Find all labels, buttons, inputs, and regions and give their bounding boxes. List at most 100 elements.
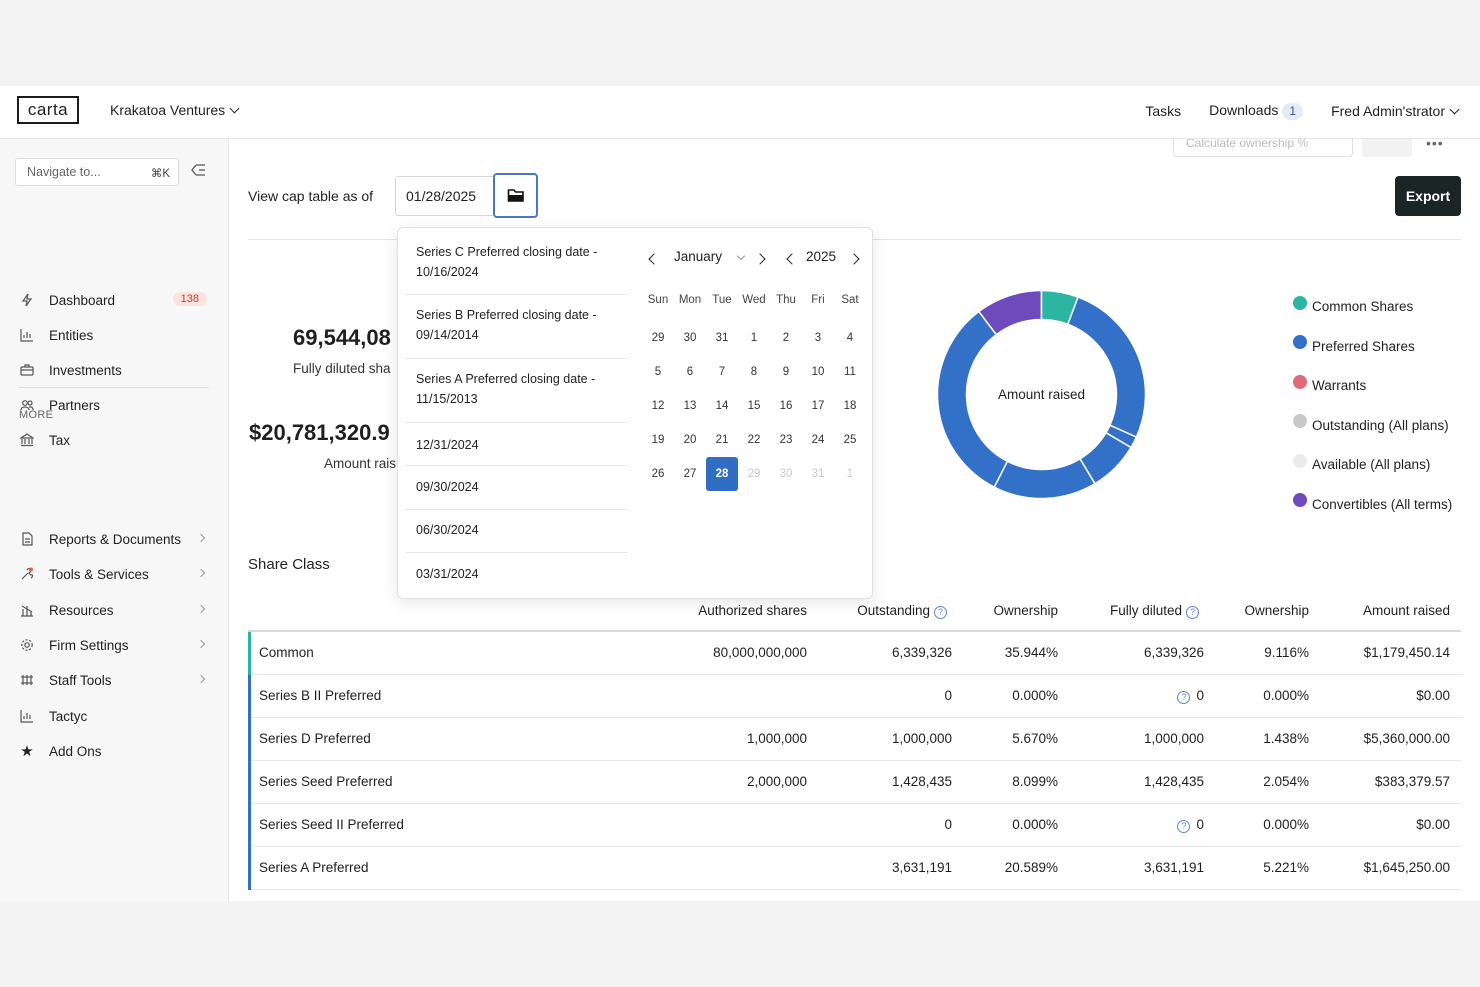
calendar-day[interactable]: 11 (834, 355, 866, 389)
export-button[interactable]: Export (1395, 176, 1461, 216)
sidebar-item-tools-services[interactable]: Tools & Services (19, 563, 209, 585)
sidebar-item-dashboard[interactable]: Dashboard 138 (19, 289, 209, 311)
calendar-day[interactable]: 29 (642, 321, 674, 355)
calendar-day[interactable]: 12 (642, 389, 674, 423)
calendar-day[interactable]: 20 (674, 423, 706, 457)
row-fd-ownership: 1.438% (1263, 731, 1309, 746)
calendar-day[interactable]: 18 (834, 389, 866, 423)
calendar-day[interactable]: 21 (706, 423, 738, 457)
legend-item[interactable]: Available (All plans) (1293, 445, 1452, 485)
table-row[interactable]: Series Seed II Preferred 0 0.000%? 0 0.000% $… (248, 804, 1461, 847)
donut-segment[interactable] (1066, 296, 1147, 438)
legend-item[interactable]: Convertibles (All terms) (1293, 485, 1452, 525)
calendar-day[interactable]: 27 (674, 457, 706, 491)
preset-date-option[interactable]: Series B Preferred closing date - 09/14/… (405, 305, 628, 359)
calendar-day[interactable]: 8 (738, 355, 770, 389)
legend-item[interactable]: Warrants (1293, 366, 1452, 406)
sidebar-item-firm-settings[interactable]: Firm Settings (19, 634, 209, 656)
col-amount-raised[interactable]: Amount raised (1363, 603, 1450, 618)
calendar-day[interactable]: 24 (802, 423, 834, 457)
calendar-day[interactable]: 25 (834, 423, 866, 457)
calendar-day[interactable]: 10 (802, 355, 834, 389)
table-row[interactable]: Series Seed Preferred 2,000,000 1,428,435 8… (248, 761, 1461, 804)
org-switcher[interactable]: Krakatoa Ventures (110, 102, 240, 118)
date-input[interactable]: 01/28/2025 (395, 176, 493, 216)
table-row[interactable]: Series A Preferred 3,631,191 20.589% 3,631,… (248, 847, 1461, 890)
calendar-day[interactable]: 16 (770, 389, 802, 423)
calendar-day[interactable]: 26 (642, 457, 674, 491)
sidebar-item-reports-documents[interactable]: Reports & Documents (19, 528, 209, 550)
sidebar-item-tactyc[interactable]: Tactyc (19, 705, 209, 727)
col-authorized-shares[interactable]: Authorized shares (698, 603, 807, 618)
weekday-header: Sun (647, 294, 669, 306)
preset-date-option[interactable]: Series C Preferred closing date - 10/16/… (405, 242, 628, 295)
chevron-right-icon (196, 533, 206, 543)
preset-date-option[interactable]: 06/30/2024 (405, 520, 628, 553)
collapse-sidebar-icon[interactable] (191, 164, 206, 176)
month-select[interactable]: January (674, 249, 722, 264)
sidebar-item-resources[interactable]: Resources (19, 599, 209, 621)
preset-date-option[interactable]: Series A Preferred closing date - 11/15/… (405, 369, 628, 423)
calendar-day[interactable]: 4 (834, 321, 866, 355)
downloads-link[interactable]: Downloads 1 (1209, 102, 1304, 120)
tasks-link[interactable]: Tasks (1145, 103, 1181, 119)
help-icon[interactable]: ? (1177, 691, 1191, 704)
folder-icon (507, 189, 524, 202)
donut-segment[interactable] (936, 310, 1009, 489)
sidebar-item-entities[interactable]: Entities (19, 324, 209, 346)
chart-icon (19, 708, 35, 724)
calendar-day[interactable]: 15 (738, 389, 770, 423)
weekday-header: Fri (811, 294, 825, 306)
row-amount-raised: $1,645,250.00 (1363, 860, 1450, 875)
calendar-day[interactable]: 28 (706, 457, 738, 491)
help-icon[interactable]: ? (934, 606, 947, 619)
calendar-day[interactable]: 31 (706, 321, 738, 355)
table-row[interactable]: Series B II Preferred 0 0.000%? 0 0.000% $0.0… (248, 675, 1461, 718)
col-fully-diluted[interactable]: Fully diluted? (1110, 603, 1199, 619)
calendar-day[interactable]: 9 (770, 355, 802, 389)
amount-raised-value: $20,781,320.9 (249, 420, 390, 445)
legend-item[interactable]: Common Shares (1293, 287, 1452, 327)
preset-date-option[interactable]: 03/31/2024 (405, 564, 628, 588)
sidebar-item-tax[interactable]: Tax (19, 429, 209, 451)
preset-date-option[interactable]: 09/30/2024 (405, 477, 628, 510)
row-outstanding: 1,000,000 (891, 731, 952, 746)
carta-logo[interactable]: carta (17, 96, 79, 124)
calendar-day[interactable]: 2 (770, 321, 802, 355)
row-color-bar (248, 632, 251, 675)
legend-item[interactable]: Outstanding (All plans) (1293, 406, 1452, 446)
calendar-day[interactable]: 17 (802, 389, 834, 423)
sidebar-item-staff-tools[interactable]: Staff Tools (19, 669, 209, 691)
table-row[interactable]: Series D Preferred 1,000,000 1,000,000 5.67… (248, 718, 1461, 761)
calendar-day[interactable]: 13 (674, 389, 706, 423)
col-ownership[interactable]: Ownership (993, 603, 1058, 618)
table-row[interactable]: Common 80,000,000,000 6,339,326 35.944% 6,33… (248, 632, 1461, 675)
col-fd-ownership[interactable]: Ownership (1244, 603, 1309, 618)
calendar-day[interactable]: 22 (738, 423, 770, 457)
calendar-day[interactable]: 23 (770, 423, 802, 457)
sidebar-item-add-ons[interactable]: ★ Add Ons (19, 740, 209, 762)
prev-month-icon[interactable] (648, 253, 660, 265)
sidebar-item-investments[interactable]: Investments (19, 359, 209, 381)
calendar-day[interactable]: 3 (802, 321, 834, 355)
calendar-day[interactable]: 30 (674, 321, 706, 355)
prev-year-icon[interactable] (786, 253, 798, 265)
calendar-day[interactable]: 19 (642, 423, 674, 457)
calendar-button[interactable] (493, 173, 538, 218)
user-menu[interactable]: Fred Admin'strator (1331, 103, 1460, 119)
calendar-day[interactable]: 6 (674, 355, 706, 389)
navigate-search-input[interactable]: Navigate to... ⌘K (15, 158, 179, 186)
calendar-day[interactable]: 1 (738, 321, 770, 355)
help-icon[interactable]: ? (1177, 820, 1191, 833)
calendar-day[interactable]: 7 (706, 355, 738, 389)
col-outstanding[interactable]: Outstanding? (857, 603, 947, 619)
preset-date-option[interactable]: 12/31/2024 (405, 433, 628, 466)
org-name: Krakatoa Ventures (110, 102, 226, 118)
legend-item[interactable]: Preferred Shares (1293, 327, 1452, 367)
calendar-day[interactable]: 14 (706, 389, 738, 423)
donut-segment[interactable] (993, 457, 1097, 500)
help-icon[interactable]: ? (1186, 606, 1199, 619)
next-year-icon[interactable] (848, 253, 860, 265)
calendar-day[interactable]: 5 (642, 355, 674, 389)
next-month-icon[interactable] (754, 253, 766, 265)
